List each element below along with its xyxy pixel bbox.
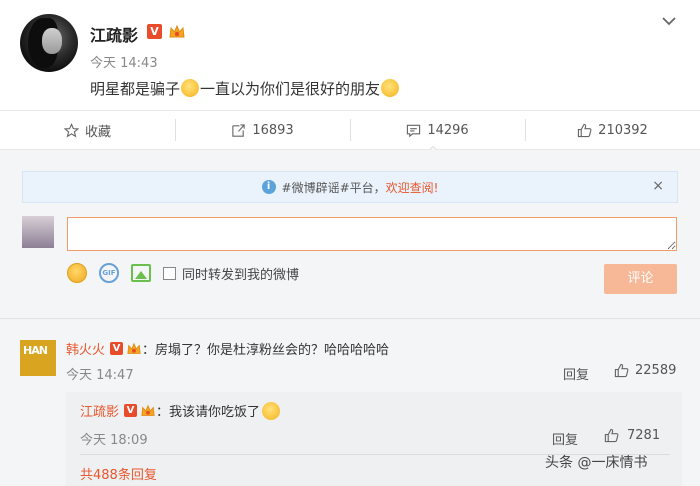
thumbs-up-icon xyxy=(578,123,592,137)
repost-count: 16893 xyxy=(252,122,294,138)
comment-like-count: 22589 xyxy=(635,363,677,378)
watermark: 头条 @一床情书 xyxy=(545,455,648,471)
reply-text-row: 江疏影 V ：我该请你吃饭了 xyxy=(80,401,281,420)
like-button[interactable]: 210392 xyxy=(525,111,700,149)
like-count: 210392 xyxy=(598,122,648,138)
rumor-notice-banner: i #微博辟谣#平台， 欢迎查阅! xyxy=(22,171,678,203)
reply-like-button[interactable]: 7281 xyxy=(604,428,660,443)
verified-v-badge: V xyxy=(147,24,162,39)
post-text-part2: 一直以为你们是很好的朋友 xyxy=(200,80,381,98)
repost-checkbox-row[interactable]: 同时转发到我的微博 xyxy=(163,264,299,283)
comment-icon xyxy=(407,124,421,137)
reply-like-count: 7281 xyxy=(627,428,661,443)
flushed-face-emoji-icon xyxy=(262,401,281,420)
avatar-face xyxy=(42,28,62,54)
author-avatar[interactable] xyxy=(20,14,78,72)
repost-checkbox-label: 同时转发到我的微博 xyxy=(182,267,300,283)
cat-face-emoji-icon xyxy=(381,79,400,97)
repost-icon xyxy=(232,123,245,137)
notice-link[interactable]: 欢迎查阅! xyxy=(386,179,439,196)
gif-icon[interactable]: GIF xyxy=(99,263,119,283)
avatar-text: HAN xyxy=(23,344,48,357)
reply-author-name[interactable]: 江疏影 xyxy=(80,401,119,420)
post-text-part1: 明星都是骗子 xyxy=(90,80,181,98)
vip-crown-icon xyxy=(127,342,141,354)
emoji-picker-icon[interactable] xyxy=(67,263,87,283)
vip-crown-icon xyxy=(141,404,155,416)
submit-comment-button[interactable]: 评论 xyxy=(604,264,677,294)
vip-crown-icon xyxy=(169,24,185,38)
reply-time: 今天 18:09 xyxy=(80,433,148,448)
verified-v-badge: V xyxy=(110,342,124,355)
post-action-bar: 收藏 16893 14296 210392 xyxy=(0,110,700,150)
post-author-name[interactable]: 江疏影 xyxy=(90,22,138,46)
repost-checkbox[interactable] xyxy=(163,266,176,280)
image-upload-icon[interactable] xyxy=(131,264,151,282)
comment-button[interactable]: 14296 xyxy=(350,111,525,149)
post-time: 今天 14:43 xyxy=(90,56,158,71)
notice-text: #微博辟谣#平台， xyxy=(281,180,386,195)
reply-content: ：我该请你吃饭了 xyxy=(156,405,261,420)
commenter-name[interactable]: 韩火火 xyxy=(66,339,105,358)
comment-text-row: 韩火火 V ：房塌了？你是杜淳粉丝会的？哈哈哈哈哈 xyxy=(66,339,389,358)
thumbs-up-icon xyxy=(604,428,619,443)
comment-content: ：房塌了？你是杜淳粉丝会的？哈哈哈哈哈 xyxy=(142,343,390,358)
repost-button[interactable]: 16893 xyxy=(175,111,350,149)
comment-count: 14296 xyxy=(427,122,469,138)
verified-v-badge: V xyxy=(124,404,138,417)
commenter-avatar[interactable]: HAN xyxy=(20,340,56,376)
close-icon[interactable]: × xyxy=(652,178,664,194)
info-icon: i xyxy=(261,180,276,194)
comment-time: 今天 14:47 xyxy=(66,368,134,383)
weibo-post: 江疏影 V 今天 14:43 明星都是骗子 一直以为你们是很好的朋友 xyxy=(0,0,700,110)
favorite-label: 收藏 xyxy=(84,124,111,140)
favorite-button[interactable]: 收藏 xyxy=(0,111,175,149)
comment-section: i #微博辟谣#平台， 欢迎查阅! × GIF 同时转发到我的微博 评论 HAN… xyxy=(0,150,700,486)
divider xyxy=(0,318,700,319)
more-replies-link[interactable]: 共488条回复 xyxy=(80,464,157,483)
face-without-mouth-emoji-icon xyxy=(181,79,200,97)
comment-reply-button[interactable]: 回复 xyxy=(563,364,589,383)
comment-like-button[interactable]: 22589 xyxy=(614,363,676,378)
comment-input[interactable] xyxy=(67,217,677,251)
reply-reply-button[interactable]: 回复 xyxy=(552,429,578,448)
star-icon xyxy=(63,122,79,137)
thumbs-up-icon xyxy=(614,363,629,378)
chevron-down-icon[interactable] xyxy=(660,12,678,30)
my-avatar[interactable] xyxy=(22,216,54,248)
post-text: 明星都是骗子 一直以为你们是很好的朋友 xyxy=(90,78,400,99)
comment-toolbar: GIF 同时转发到我的微博 xyxy=(67,262,299,284)
